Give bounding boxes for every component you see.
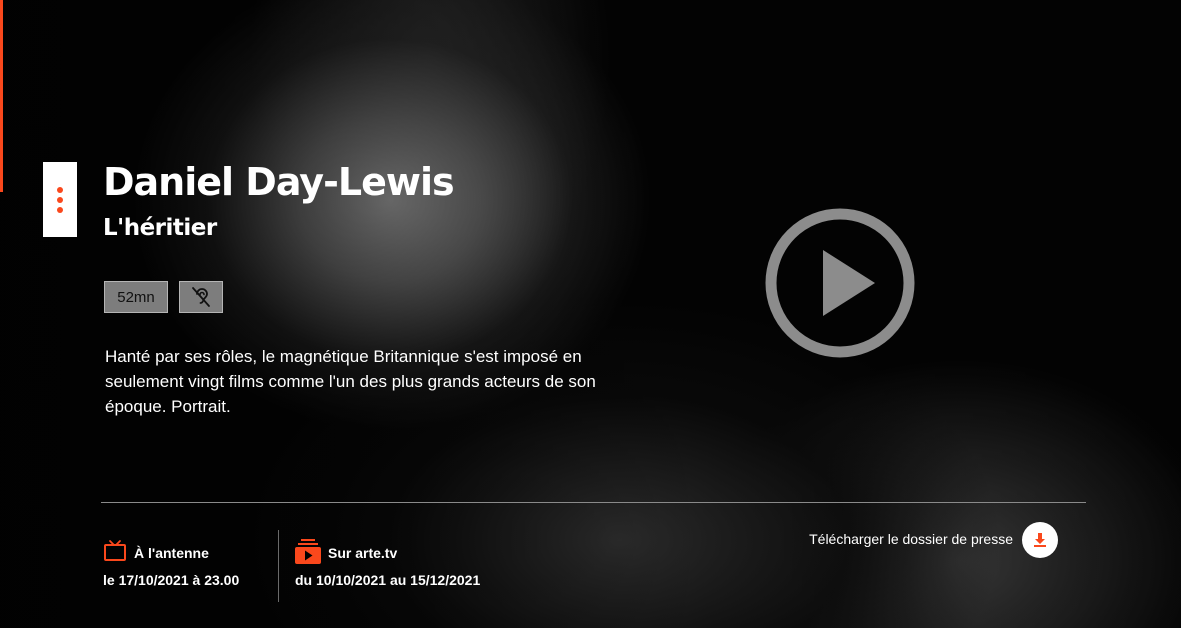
info-separator <box>278 530 279 602</box>
program-title: Daniel Day-Lewis <box>103 160 455 204</box>
online-label: Sur arte.tv <box>328 545 398 561</box>
hearing-impaired-icon <box>192 287 210 307</box>
broadcast-date: le 17/10/2021 à 23.00 <box>103 572 240 588</box>
duration-badge: 52mn <box>104 281 168 313</box>
broadcast-label: À l'antenne <box>134 545 209 561</box>
program-description: Hanté par ses rôles, le magnétique Brita… <box>105 347 596 416</box>
arte-tv-icon <box>295 539 321 564</box>
play-button[interactable] <box>765 208 915 358</box>
download-icon <box>1034 533 1046 547</box>
hearing-impaired-badge <box>179 281 223 313</box>
tv-icon <box>104 540 126 561</box>
hero-content: Daniel Day-Lewis L'héritier 52mn Hanté p… <box>0 0 1181 628</box>
press-kit-download-button[interactable] <box>1022 522 1058 558</box>
play-icon <box>765 208 915 358</box>
online-date: du 10/10/2021 au 15/12/2021 <box>295 572 481 588</box>
program-subtitle: L'héritier <box>103 215 217 241</box>
info-divider <box>101 502 1086 503</box>
press-kit-download-link[interactable]: Télécharger le dossier de presse <box>809 531 1013 547</box>
program-hero: Daniel Day-Lewis L'héritier 52mn Hanté p… <box>0 0 1181 628</box>
